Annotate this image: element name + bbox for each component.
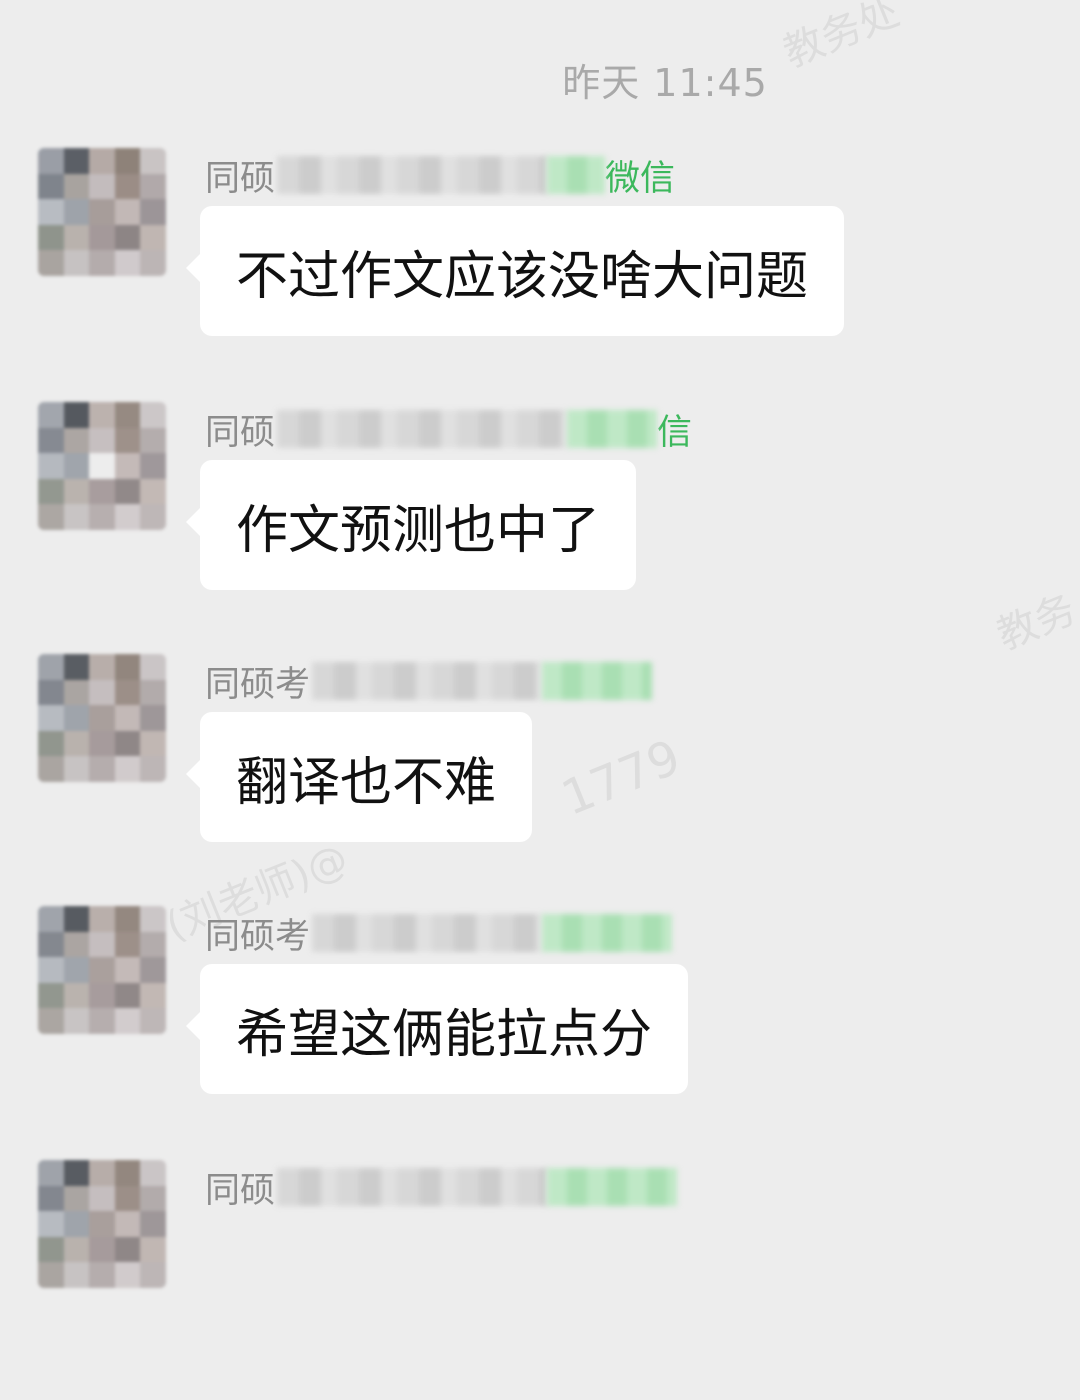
avatar[interactable] xyxy=(38,1160,166,1288)
chat-message: 同硕考 翻译也不难 xyxy=(0,654,1080,894)
sender-name-suffix: 微信 xyxy=(605,158,676,199)
sender-name: 同硕 信 xyxy=(205,406,693,453)
sender-name: 同硕考 xyxy=(205,658,653,705)
message-bubble[interactable]: 作文预测也中了 xyxy=(185,460,637,590)
avatar[interactable] xyxy=(38,906,166,1034)
sender-name-prefix: 同硕考 xyxy=(205,916,311,957)
message-bubble[interactable]: 翻译也不难 xyxy=(185,712,533,842)
redacted-name xyxy=(547,1168,678,1206)
redacted-name xyxy=(312,914,543,952)
sender-name: 同硕 xyxy=(205,1164,678,1211)
message-bubble[interactable]: 不过作文应该没啥大问题 xyxy=(185,206,845,336)
redacted-name xyxy=(277,410,568,448)
redacted-name xyxy=(312,662,543,700)
message-bubble[interactable]: 希望这俩能拉点分 xyxy=(185,964,689,1094)
sender-name-prefix: 同硕考 xyxy=(205,664,311,705)
redacted-name xyxy=(542,914,673,952)
chat-message: 同硕考 希望这俩能拉点分 xyxy=(0,906,1080,1146)
chat-message: 同硕 微信 不过作文应该没啥大问题 xyxy=(0,148,1080,388)
sender-name-suffix: 信 xyxy=(657,412,693,453)
avatar[interactable] xyxy=(38,654,166,782)
sender-name-prefix: 同硕 xyxy=(205,412,276,453)
sender-name: 同硕 微信 xyxy=(205,152,676,199)
redacted-name xyxy=(277,156,548,194)
redacted-name xyxy=(567,410,658,448)
sender-name: 同硕考 xyxy=(205,910,673,957)
sender-name-prefix: 同硕 xyxy=(205,158,276,199)
avatar[interactable] xyxy=(38,148,166,276)
chat-message: 同硕 信 作文预测也中了 xyxy=(0,402,1080,642)
redacted-name xyxy=(547,156,606,194)
chat-message: 同硕 xyxy=(0,1160,1080,1400)
redacted-name xyxy=(542,662,653,700)
sender-name-prefix: 同硕 xyxy=(205,1170,276,1211)
redacted-name xyxy=(277,1168,548,1206)
chat-timestamp: 昨天 11:45 xyxy=(562,61,768,105)
avatar[interactable] xyxy=(38,402,166,530)
